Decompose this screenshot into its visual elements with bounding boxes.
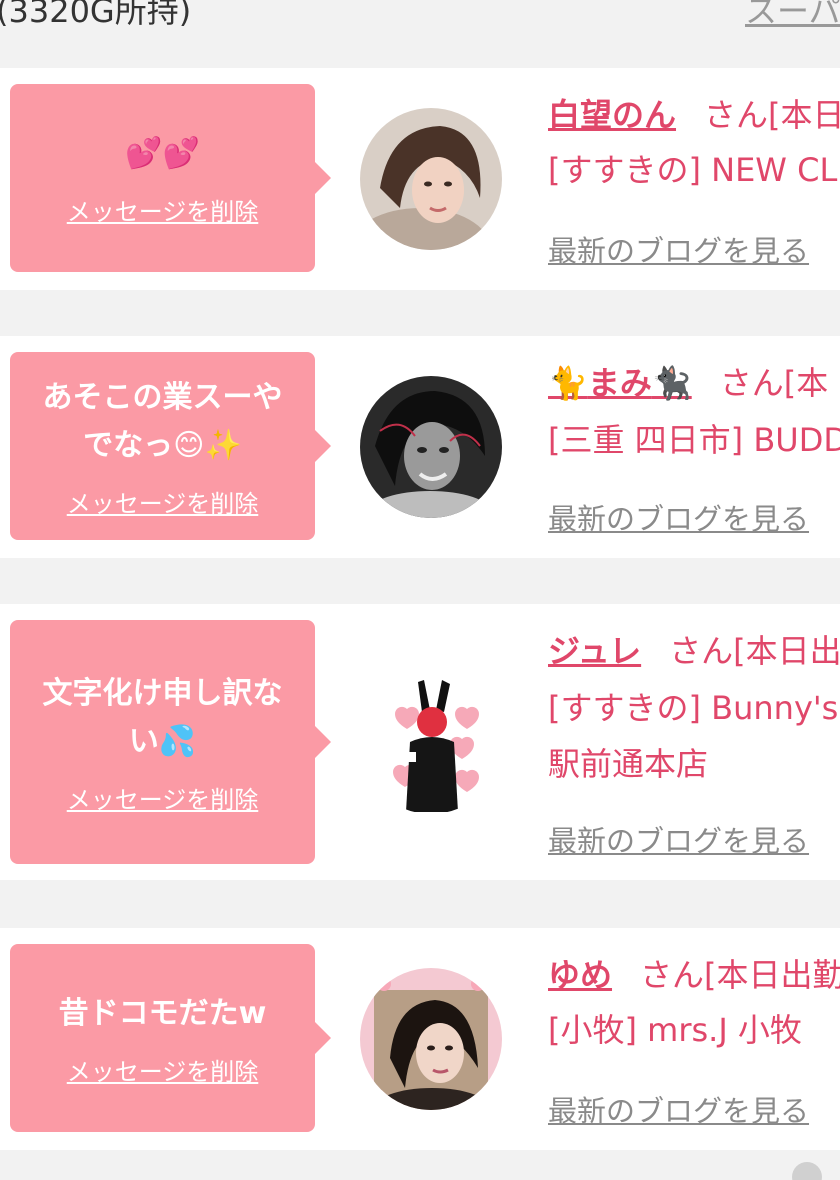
message-text: 昔ドコモだたw bbox=[58, 995, 267, 1031]
sender-name-line: 白望のん さん[本日 bbox=[548, 90, 840, 136]
message-card: あそこの業スーやでなっ😊✨ メッセージを削除 🐈まみ🐈‍⬛ さん[本 [三重 四日… bbox=[0, 336, 840, 558]
sender-name-link[interactable]: 🐈まみ🐈‍⬛ bbox=[548, 364, 692, 402]
avatar[interactable] bbox=[360, 376, 502, 518]
sender-status: さん[本日出勤 bbox=[640, 956, 840, 994]
shop-name: [すすきの] Bunny's bbox=[548, 689, 839, 727]
delete-message-button[interactable]: メッセージを削除 bbox=[67, 484, 259, 519]
view-blog-link[interactable]: 最新のブログを見る bbox=[548, 228, 809, 270]
message-text: あそこの業スーやでなっ😊✨ bbox=[42, 379, 283, 463]
avatar[interactable] bbox=[360, 672, 502, 814]
delete-message-button[interactable]: メッセージを削除 bbox=[67, 780, 259, 815]
view-blog-link[interactable]: 最新のブログを見る bbox=[548, 496, 809, 538]
sender-name-link[interactable]: ゆめ bbox=[548, 956, 612, 994]
sender-status: さん[本 bbox=[719, 364, 829, 402]
message-bubble: 文字化け申し訳ない💦 メッセージを削除 bbox=[10, 620, 331, 864]
message-card: 昔ドコモだたw メッセージを削除 ゆめ さん[本日出勤 [小牧] mrs.J 小牧… bbox=[0, 928, 840, 1150]
smile-sparkle-emoji-icon: 😊✨ bbox=[173, 427, 242, 463]
view-blog-link[interactable]: 最新のブログを見る bbox=[548, 818, 809, 860]
delete-message-button[interactable]: メッセージを削除 bbox=[67, 192, 259, 227]
shop-name: [三重 四日市] BUDD bbox=[548, 421, 840, 459]
sender-status: さん[本日 bbox=[704, 96, 840, 134]
top-right-link[interactable]: スーパ bbox=[745, 0, 840, 32]
message-card: 文字化け申し訳ない💦 メッセージを削除 ジュレ さん[本日出 [すすきの] Bun… bbox=[0, 604, 840, 880]
sender-status: さん[本日出 bbox=[669, 632, 840, 670]
message-card: 💕💕 メッセージを削除 白望のん さん[本日 [すすきの] NEW CL 最新のブ… bbox=[0, 68, 840, 290]
heart-emoji-icon: 💕💕 bbox=[125, 135, 200, 171]
scroll-indicator[interactable] bbox=[792, 1162, 822, 1180]
message-bubble: 💕💕 メッセージを削除 bbox=[10, 84, 331, 272]
shop-name: [小牧] mrs.J 小牧 bbox=[548, 1011, 802, 1049]
sender-name-link[interactable]: ジュレ bbox=[548, 632, 641, 670]
message-text: 文字化け申し訳ない💦 bbox=[42, 675, 283, 759]
avatar[interactable] bbox=[360, 968, 502, 1110]
black-cat-emoji-icon: 🐈‍⬛ bbox=[651, 364, 692, 402]
avatar[interactable] bbox=[360, 108, 502, 250]
points-balance: (3320G所持) bbox=[0, 0, 192, 30]
message-bubble: あそこの業スーやでなっ😊✨ メッセージを削除 bbox=[10, 352, 331, 540]
sender-name-line: 🐈まみ🐈‍⬛ さん[本 bbox=[548, 358, 828, 404]
delete-message-button[interactable]: メッセージを削除 bbox=[67, 1052, 259, 1087]
message-text: 💕💕 bbox=[107, 130, 218, 178]
sender-name-link[interactable]: 白望のん bbox=[548, 96, 676, 134]
cat-emoji-icon: 🐈 bbox=[548, 364, 588, 402]
sender-name-line: ジュレ さん[本日出 bbox=[548, 626, 840, 672]
message-bubble: 昔ドコモだたw メッセージを削除 bbox=[10, 944, 331, 1132]
shop-name: [すすきの] NEW CL bbox=[548, 151, 838, 189]
top-strip: (3320G所持) スーパ bbox=[0, 0, 840, 36]
shop-name-line-2: 駅前通本店 bbox=[548, 745, 709, 783]
sweat-emoji-icon: 💦 bbox=[158, 723, 197, 759]
sender-name-line: ゆめ さん[本日出勤 bbox=[548, 950, 840, 996]
view-blog-link[interactable]: 最新のブログを見る bbox=[548, 1088, 809, 1130]
